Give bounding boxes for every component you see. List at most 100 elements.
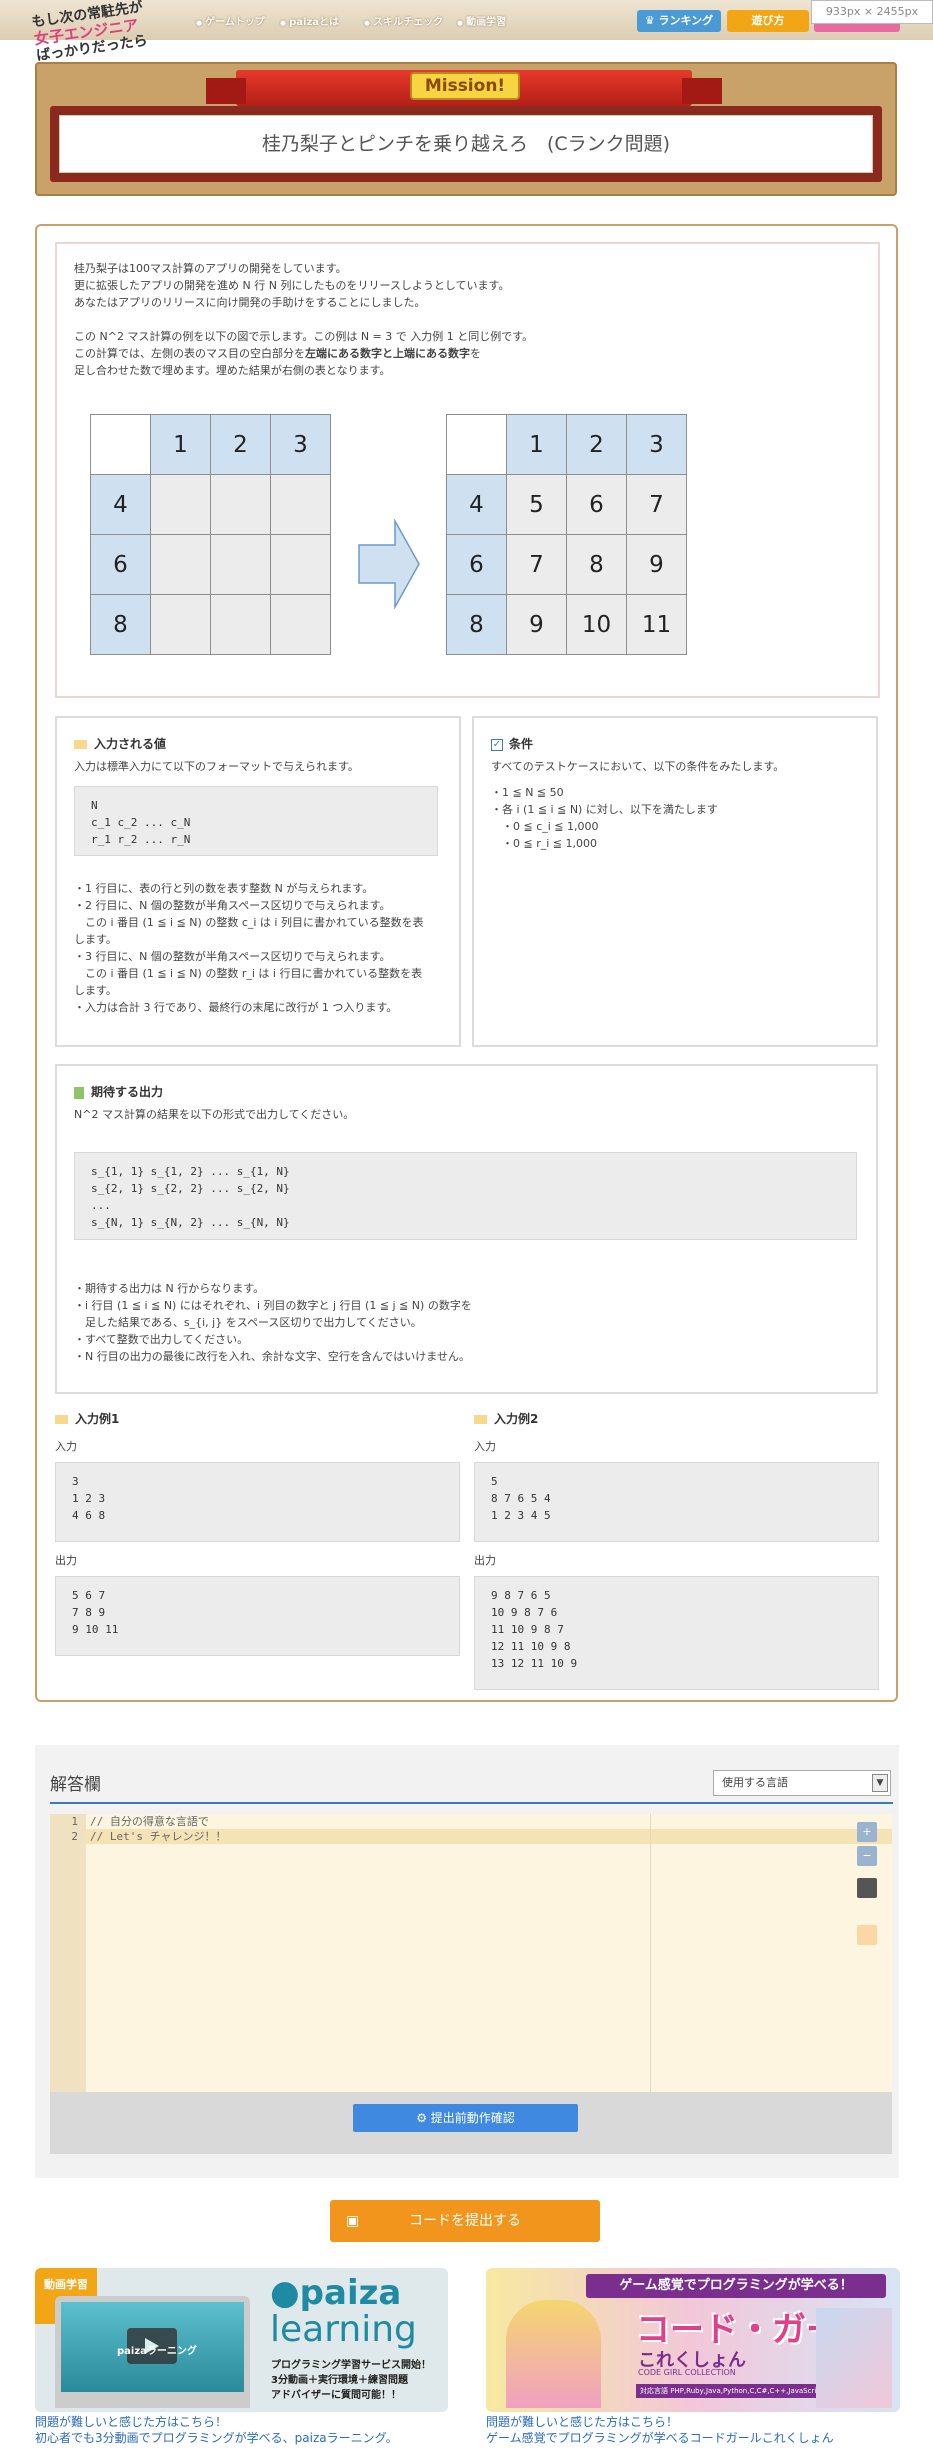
- input-section: 入力される値 入力は標準入力にて以下のフォーマットで与えられます。 N c_1 …: [55, 716, 461, 1047]
- note-icon: [55, 1415, 68, 1424]
- table-cell: 6: [446, 534, 507, 595]
- table-cell: [210, 534, 271, 595]
- copy-line: アドバイザーに質問可能！！: [271, 2390, 401, 2401]
- output-intro: N^2 マス計算の結果を以下の形式で出力してください。: [74, 1108, 355, 1121]
- conditions-intro: すべてのテストケースにおいて、以下の条件をみたします。: [491, 760, 785, 773]
- example2-input-label: 入力: [474, 1440, 496, 1453]
- table-cell: 4: [446, 474, 507, 535]
- desc-text: この計算では、左側の表のマス目の空白部分を: [74, 347, 305, 360]
- table-cell: 9: [626, 534, 687, 595]
- paiza-learning-banner[interactable]: 動画学習 paizaラーニング ●paiza learning プログラミング学…: [35, 2268, 448, 2412]
- mission-label: Mission!: [410, 72, 520, 100]
- input-title: 入力される値: [94, 737, 167, 751]
- example1-title: 入力例1: [75, 1412, 120, 1426]
- supported-languages: 対応言語 PHP,Ruby,Java,Python,C,C#,C++,JavaS…: [636, 2384, 816, 2398]
- conditions-section: ✓ 条件 すべてのテストケースにおいて、以下の条件をみたします。 ・1 ≦ N ≦…: [472, 716, 878, 1047]
- example2-heading: 入力例2: [474, 1410, 538, 1427]
- table-cell: [270, 474, 331, 535]
- table-row: 8: [90, 594, 331, 655]
- zoom-out-icon[interactable]: −: [857, 1846, 877, 1866]
- nav-skill-check[interactable]: スキルチェック: [364, 13, 443, 28]
- link-line[interactable]: 問題が難しいと感じた方はこちら！: [35, 2414, 398, 2430]
- table-cell: [150, 474, 211, 535]
- text-line: ・N 行目の出力の最後に改行を入れ、余計な文字、空行を含んではいけません。: [74, 1350, 470, 1363]
- desc-line: 足し合わせた数で埋めます。埋めた結果が右側の表となります。: [74, 364, 391, 377]
- table-row: 4567: [446, 474, 687, 535]
- codegirl-banner[interactable]: ゲーム感覚でプログラミングが学べる！ コード・ガール これくしょん CODE G…: [486, 2268, 900, 2412]
- text-line: 足した結果である、s_{i, j} をスペース区切りで出力してください。: [74, 1316, 422, 1329]
- document-icon: ▣: [346, 2213, 360, 2229]
- nav-game-top[interactable]: ゲームトップ: [196, 13, 265, 28]
- table-cell: 6: [566, 474, 627, 535]
- zoom-in-icon[interactable]: +: [857, 1822, 877, 1842]
- table-cell: 10: [566, 594, 627, 655]
- example1-output: 5 6 7 7 8 9 9 10 11: [55, 1576, 460, 1656]
- table-cell: 3: [626, 414, 687, 475]
- code-line[interactable]: // 自分の得意な言語で: [90, 1814, 209, 1829]
- submit-code-button[interactable]: ▣ コードを提出する: [330, 2200, 600, 2242]
- codegirl-headline: ゲーム感覚でプログラミングが学べる！: [586, 2274, 886, 2298]
- input-notes: ・1 行目に、表の行と列の数を表す整数 N が与えられます。 ・2 行目に、N 個…: [74, 880, 444, 1016]
- expected-output-section: 期待する出力 N^2 マス計算の結果を以下の形式で出力してください。 s_{1,…: [55, 1064, 878, 1394]
- text-line: この i 番目 (1 ≦ i ≦ N) の整数 r_i は i 行目に書かれてい…: [74, 967, 423, 980]
- example2-title: 入力例2: [494, 1412, 539, 1426]
- line-number: 1: [71, 1815, 78, 1828]
- table-cell: 5: [506, 474, 567, 535]
- link-line[interactable]: ゲーム感覚でプログラミングが学べるコードガールこれくしょん: [486, 2430, 834, 2446]
- laptop-screen: paizaラーニング: [61, 2302, 244, 2392]
- table-cell: [210, 474, 271, 535]
- example1-input: 3 1 2 3 4 6 8: [55, 1462, 460, 1542]
- submit-button-label: コードを提出する: [409, 2213, 521, 2229]
- answer-divider: [50, 1802, 893, 1804]
- answer-title: 解答欄: [50, 1775, 101, 1795]
- note-icon: [74, 740, 87, 749]
- output-title: 期待する出力: [91, 1085, 164, 1099]
- input-format: N c_1 c_2 ... c_N r_1 r_2 ... r_N: [74, 786, 438, 856]
- howto-button[interactable]: 遊び方: [727, 10, 809, 32]
- link-line[interactable]: 初心者でも3分動画でプログラミングが学べる、paizaラーニング。: [35, 2430, 398, 2446]
- ranking-button[interactable]: ♛ ランキング: [637, 10, 721, 32]
- theme-dark-icon[interactable]: [857, 1878, 877, 1898]
- description-text: 桂乃梨子は100マス計算のアプリの開発をしています。 更に拡張したアプリの開発を…: [74, 260, 854, 379]
- table-row: 6789: [446, 534, 687, 595]
- example2-output-label: 出力: [474, 1554, 496, 1567]
- nav-video-learning[interactable]: 動画学習: [457, 13, 506, 28]
- table-cell: [150, 534, 211, 595]
- text-line: します。: [74, 933, 117, 946]
- table-cell: 7: [626, 474, 687, 535]
- desc-text: を: [470, 347, 481, 360]
- text-line: この i 番目 (1 ≦ i ≦ N) の整数 c_i は i 列目に書かれてい…: [74, 916, 424, 929]
- brand-text: paiza: [299, 2273, 402, 2313]
- code-editor[interactable]: [50, 1814, 892, 2092]
- desc-line: 更に拡張したアプリの開発を進め N 行 N 列にしたものをリリースしようとしてい…: [74, 279, 510, 292]
- table-cell: 1: [150, 414, 211, 475]
- conditions-title: 条件: [509, 737, 534, 751]
- code-line[interactable]: // Let's チャレンジ！！: [90, 1829, 227, 1844]
- table-cell: [446, 414, 507, 475]
- table-cell: 8: [566, 534, 627, 595]
- theme-light-icon[interactable]: [857, 1925, 877, 1945]
- table-row: 123: [446, 414, 687, 475]
- link-line[interactable]: 問題が難しいと感じた方はこちら！: [486, 2414, 834, 2430]
- nav-about-paiza[interactable]: paizaとは: [280, 13, 339, 28]
- pre-submit-check-button[interactable]: ⚙ 提出前動作確認: [353, 2104, 578, 2132]
- table-cell: 7: [506, 534, 567, 595]
- table-cell: 8: [446, 594, 507, 655]
- codegirl-link[interactable]: 問題が難しいと感じた方はこちら！ ゲーム感覚でプログラミングが学べるコードガールこ…: [486, 2414, 834, 2446]
- table-cell: 11: [626, 594, 687, 655]
- gear-icon: ⚙: [416, 2111, 431, 2125]
- text-line: ・i 行目 (1 ≦ i ≦ N) にはそれぞれ、i 列目の数字と j 行目 (…: [74, 1299, 472, 1312]
- paiza-learning-link[interactable]: 問題が難しいと感じた方はこちら！ 初心者でも3分動画でプログラミングが学べる、pa…: [35, 2414, 398, 2446]
- after-table: 1 2 3 4 5 6 7 6 7 8 9 8 9 10 11: [446, 414, 687, 655]
- problem-description: 桂乃梨子は100マス計算のアプリの開発をしています。 更に拡張したアプリの開発を…: [55, 242, 880, 698]
- table-cell: [90, 414, 151, 475]
- desc-line: この N^2 マス計算の例を以下の図で示します。この例は N = 3 で 入力例…: [74, 330, 534, 343]
- table-cell: 4: [90, 474, 151, 535]
- table-cell: [270, 534, 331, 595]
- text-line: ・1 ≦ N ≦ 50: [491, 786, 564, 799]
- print-margin: [650, 1814, 651, 2092]
- table-row: 6: [90, 534, 331, 595]
- language-select[interactable]: 使用する言語 ▼: [713, 1770, 891, 1796]
- checkbox-icon: ✓: [491, 738, 503, 751]
- chevron-down-icon[interactable]: ▼: [872, 1774, 888, 1792]
